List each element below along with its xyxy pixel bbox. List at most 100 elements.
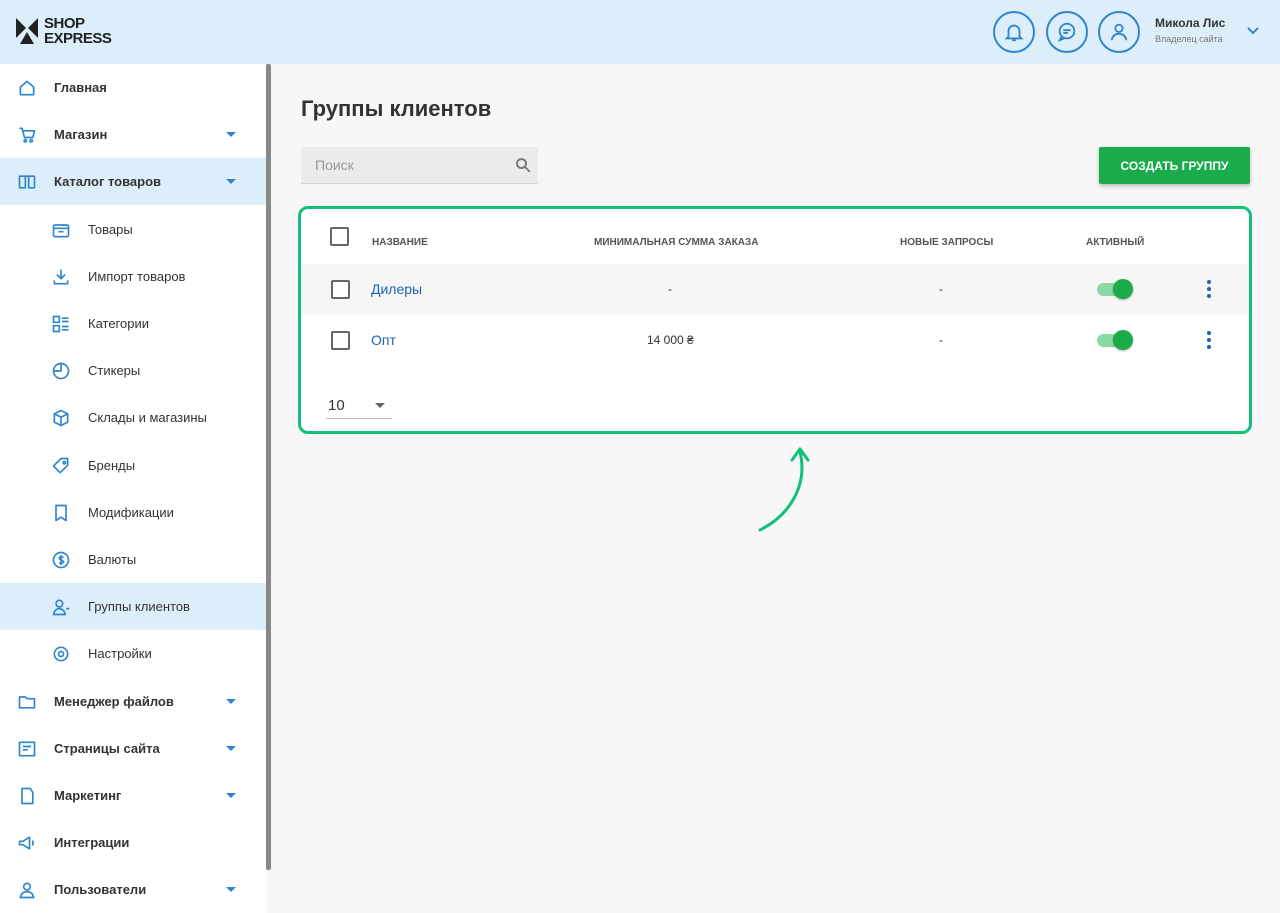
cart-icon [16, 124, 38, 146]
dollar-icon [50, 549, 72, 571]
sidebar-item[interactable]: Главная [0, 64, 266, 111]
sidebar-item-label: Маркетинг [54, 788, 122, 803]
sidebar-item[interactable]: Импорт товаров [0, 253, 266, 300]
sidebar-item-label: Интеграции [54, 835, 130, 850]
sidebar-item-label: Группы клиентов [88, 599, 190, 614]
caret-down-icon[interactable] [226, 179, 236, 184]
sidebar-item-label: Главная [54, 80, 107, 95]
notifications-button[interactable] [993, 11, 1035, 53]
group-name-link[interactable]: Дилеры [371, 281, 422, 297]
logo-text-line2: EXPRESS [44, 30, 112, 47]
download-icon [50, 266, 72, 288]
table-row: Опт 14 000 ₴ - [301, 315, 1249, 366]
box-icon [50, 219, 72, 241]
new-requests-value: - [939, 282, 943, 296]
sidebar-nav: Главная Магазин Каталог товаров Товары Импор… [0, 64, 266, 913]
sidebar-item-label: Валюты [88, 552, 137, 567]
sidebar-item-label: Магазин [54, 127, 108, 142]
home-icon [16, 77, 38, 99]
customer-groups-table: Название Минимальная сумма заказа Новые … [298, 206, 1252, 434]
sidebar-item[interactable]: Склады и магазины [0, 394, 266, 441]
sidebar-item-label: Импорт товаров [88, 269, 186, 284]
caret-down-icon[interactable] [226, 132, 236, 137]
tag-icon [50, 455, 72, 477]
group-name-link[interactable]: Опт [371, 332, 396, 348]
table-row: Дилеры - - [301, 264, 1249, 315]
sidebar-item[interactable]: Маркетинг [0, 772, 266, 819]
sidebar-item-label: Настройки [88, 646, 152, 661]
new-requests-value: - [939, 333, 943, 347]
sidebar-item-label: Менеджер файлов [54, 694, 174, 709]
user-group-icon [50, 596, 72, 618]
rows-per-page-value: 10 [328, 397, 345, 414]
shop-express-logo[interactable]: SHOP EXPRESS [12, 14, 112, 48]
active-toggle[interactable] [1097, 279, 1133, 299]
dropdown-arrow-icon [375, 403, 385, 408]
bookmark-icon [50, 502, 72, 524]
column-header-name[interactable]: Название [372, 237, 428, 248]
book-icon [16, 171, 38, 193]
search-box [301, 147, 538, 184]
sidebar-item[interactable]: Интеграции [0, 819, 266, 866]
logo-mark-icon [12, 14, 42, 48]
search-input[interactable] [301, 147, 501, 183]
sidebar-item[interactable]: Стикеры [0, 347, 266, 394]
more-vert-icon[interactable] [1206, 280, 1212, 298]
sidebar-item[interactable]: Группы клиентов [0, 583, 266, 630]
sidebar-item[interactable]: Настройки [0, 630, 266, 677]
column-header-new-requests[interactable]: Новые запросы [900, 237, 993, 248]
sidebar-item-label: Склады и магазины [88, 410, 207, 425]
sidebar-item[interactable]: Страницы сайта [0, 725, 266, 772]
sidebar-item-label: Категории [88, 316, 149, 331]
search-icon[interactable] [514, 156, 532, 174]
row-checkbox[interactable] [331, 280, 350, 299]
sidebar-item[interactable]: Пользователи [0, 866, 266, 913]
column-header-min-order[interactable]: Минимальная сумма заказа [594, 237, 758, 248]
megaphone-icon [16, 832, 38, 854]
select-all-checkbox[interactable] [330, 227, 349, 246]
sidebar-item[interactable]: Товары [0, 206, 266, 253]
sidebar-item-label: Стикеры [88, 363, 141, 378]
sidebar-item[interactable]: Каталог товаров [0, 158, 266, 205]
create-group-button[interactable]: Создать группу [1099, 147, 1250, 184]
sidebar-item[interactable]: Менеджер файлов [0, 678, 266, 725]
user-icon [1110, 23, 1128, 41]
marketing-icon [16, 785, 38, 807]
caret-down-icon[interactable] [226, 699, 236, 704]
caret-down-icon[interactable] [226, 746, 236, 751]
cube-icon [50, 407, 72, 429]
gear-icon [50, 643, 72, 665]
sidebar-item-label: Страницы сайта [54, 741, 160, 756]
user-role: Владелец сайта [1155, 34, 1223, 44]
users-icon [16, 879, 38, 901]
more-vert-icon[interactable] [1206, 331, 1212, 349]
sidebar-item-label: Модификации [88, 505, 174, 520]
sidebar-scrollbar[interactable] [266, 64, 271, 870]
logo-text-line1: SHOP [44, 15, 85, 32]
row-checkbox[interactable] [331, 331, 350, 350]
sidebar-item[interactable]: Магазин [0, 111, 266, 158]
folder-icon [16, 691, 38, 713]
chat-icon [1057, 22, 1076, 42]
sidebar-item-label: Товары [88, 222, 133, 237]
sticker-icon [50, 360, 72, 382]
page-title: Группы клиентов [301, 96, 492, 121]
page-icon [16, 738, 38, 760]
caret-down-icon[interactable] [226, 793, 236, 798]
sidebar-item[interactable]: Категории [0, 300, 266, 347]
caret-down-icon[interactable] [226, 887, 236, 892]
sidebar-item[interactable]: Валюты [0, 536, 266, 583]
bell-icon [1004, 24, 1024, 42]
categories-icon [50, 313, 72, 335]
annotation-arrow [758, 447, 810, 532]
column-header-active[interactable]: Активный [1086, 237, 1144, 248]
chevron-down-icon[interactable] [1246, 26, 1260, 36]
user-name[interactable]: Микола Лис [1155, 16, 1225, 30]
sidebar-item[interactable]: Бренды [0, 442, 266, 489]
messages-button[interactable] [1046, 11, 1088, 53]
profile-button[interactable] [1098, 11, 1140, 53]
sidebar-item[interactable]: Модификации [0, 489, 266, 536]
rows-per-page-select[interactable]: 10 [326, 387, 392, 419]
active-toggle[interactable] [1097, 330, 1133, 350]
sidebar-item-label: Каталог товаров [54, 174, 162, 189]
